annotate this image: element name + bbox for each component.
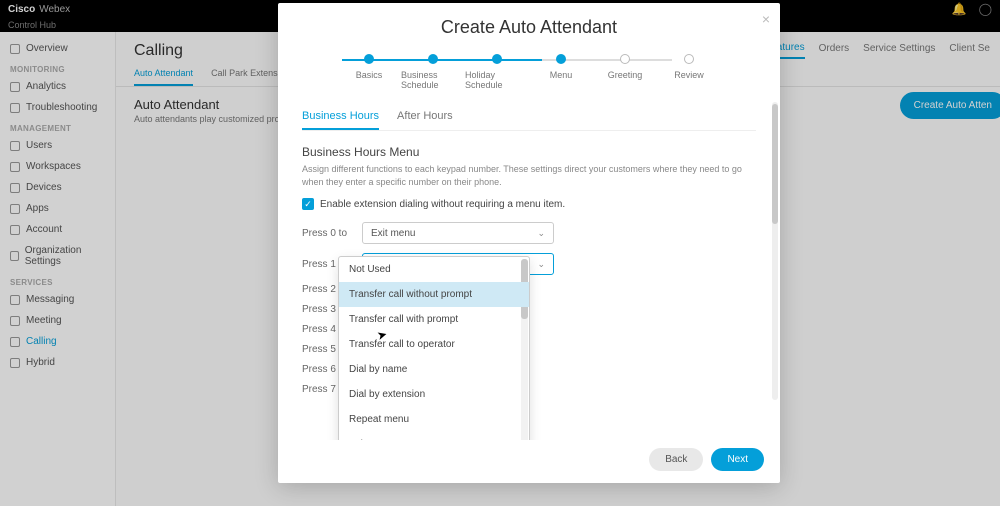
checkbox-checked-icon[interactable]: ✓ (302, 198, 314, 210)
option-not-used[interactable]: Not Used (339, 257, 529, 282)
chevron-down-icon: ⌄ (537, 259, 545, 270)
menu-section-title: Business Hours Menu (302, 145, 756, 159)
keypad-row-0: Press 0 to Exit menu ⌄ (302, 222, 756, 244)
modal-title: Create Auto Attendant (278, 3, 780, 54)
tab-business-hours[interactable]: Business Hours (302, 110, 379, 130)
option-transfer-no-prompt[interactable]: Transfer call without prompt (339, 282, 529, 307)
step-dot-icon (492, 54, 502, 64)
option-transfer-operator[interactable]: Transfer call to operator (339, 332, 529, 357)
option-dial-by-name[interactable]: Dial by name (339, 357, 529, 382)
modal-footer: Back Next (278, 440, 780, 483)
option-dial-by-extension[interactable]: Dial by extension (339, 382, 529, 407)
chevron-down-icon: ⌄ (537, 228, 545, 239)
option-transfer-with-prompt[interactable]: Transfer call with prompt (339, 307, 529, 332)
tab-after-hours[interactable]: After Hours (397, 110, 453, 130)
step-basics: Basics (337, 54, 401, 80)
menu-section-desc: Assign different functions to each keypa… (302, 163, 756, 188)
keypad-label-0: Press 0 to (302, 228, 352, 239)
back-button[interactable]: Back (649, 448, 703, 471)
step-review: Review (657, 54, 721, 80)
keypad-1-dropdown: Not Used Transfer call without prompt Tr… (338, 256, 530, 440)
step-menu: Menu (529, 54, 593, 80)
option-exit-menu[interactable]: Exit menu (339, 432, 529, 440)
scrollbar-thumb[interactable] (772, 104, 778, 224)
wizard-stepper: Basics Business Schedule Holiday Schedul… (278, 54, 780, 100)
step-dot-icon (620, 54, 630, 64)
close-icon[interactable]: × (762, 11, 770, 27)
checkbox-label: Enable extension dialing without requiri… (320, 199, 565, 210)
select-value: Exit menu (371, 228, 415, 239)
create-auto-attendant-modal: × Create Auto Attendant Basics Business … (278, 3, 780, 483)
step-dot-icon (684, 54, 694, 64)
option-repeat-menu[interactable]: Repeat menu (339, 407, 529, 432)
keypad-select-0[interactable]: Exit menu ⌄ (362, 222, 554, 244)
next-button[interactable]: Next (711, 448, 764, 471)
step-dot-icon (364, 54, 374, 64)
menu-hours-tabs: Business Hours After Hours (302, 110, 756, 131)
modal-scrollbar[interactable] (772, 102, 778, 400)
step-dot-icon (556, 54, 566, 64)
step-greeting: Greeting (593, 54, 657, 80)
extension-dialing-checkbox-row[interactable]: ✓ Enable extension dialing without requi… (302, 198, 756, 210)
step-dot-icon (428, 54, 438, 64)
